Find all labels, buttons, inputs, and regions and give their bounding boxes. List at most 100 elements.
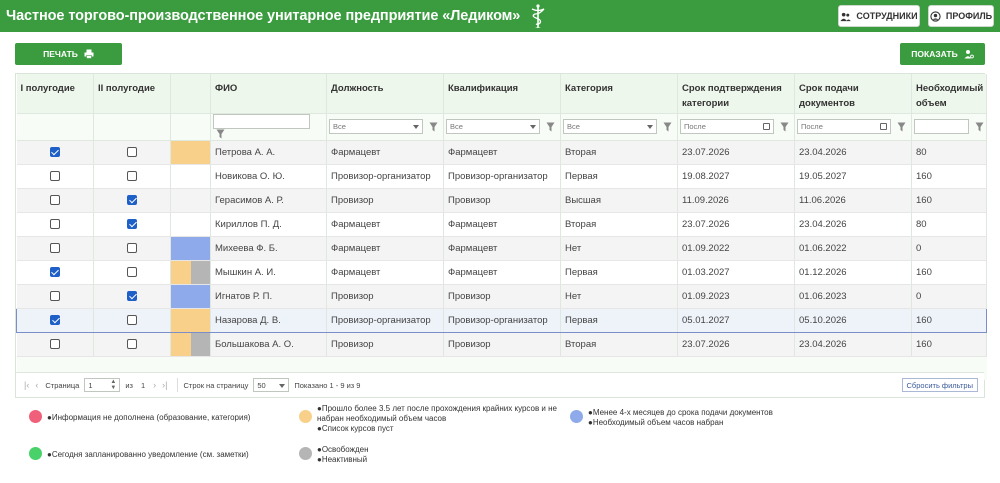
- filter-icon[interactable]: [780, 122, 789, 132]
- h1-checkbox[interactable]: [49, 242, 60, 253]
- h2-checkbox[interactable]: [127, 242, 137, 253]
- cell-category: Высшая: [560, 188, 678, 213]
- h1-cell: [16, 236, 94, 261]
- h2-checkbox[interactable]: [127, 218, 137, 229]
- show-button[interactable]: ПОКАЗАТЬ: [900, 43, 985, 65]
- cell-position: Провизор: [326, 188, 444, 213]
- h2-checkbox[interactable]: [127, 146, 137, 157]
- last-page-icon[interactable]: ›|: [162, 380, 167, 390]
- calendar-icon[interactable]: [763, 123, 770, 130]
- table-row[interactable]: Герасимов А. Р. Провизор Провизор Высшая 11.…: [16, 188, 987, 213]
- col-header-h1[interactable]: I полугодие: [16, 74, 94, 114]
- filter-cell-volume: [911, 113, 987, 141]
- cell-qualification: Фармацевт: [443, 236, 561, 261]
- h1-checkbox[interactable]: [49, 266, 60, 277]
- cell-qualification: Фармацевт: [443, 212, 561, 237]
- position-filter-select[interactable]: Все: [329, 119, 423, 134]
- table-row[interactable]: Мышкин А. И. Фармацевт Фармацевт Первая 01.0…: [16, 260, 987, 285]
- legend-yellow-dot: [299, 410, 312, 423]
- cell-category: Первая: [560, 307, 678, 333]
- rows-per-page-select[interactable]: 50: [253, 378, 290, 392]
- table-row[interactable]: Михеева Ф. Б. Фармацевт Фармацевт Нет 01.09.…: [16, 236, 987, 261]
- filter-cell-submit-date: После: [794, 113, 912, 141]
- category-filter-select[interactable]: Все: [563, 119, 657, 134]
- h2-cell: [93, 236, 171, 261]
- h2-checkbox[interactable]: [127, 194, 137, 205]
- name-filter-input[interactable]: [213, 113, 310, 129]
- h2-checkbox[interactable]: [127, 338, 137, 349]
- table-row[interactable]: Назарова Д. В. Провизор-организатор Провиз…: [16, 307, 987, 333]
- h1-checkbox[interactable]: [49, 290, 60, 301]
- status-marks-cell: [170, 188, 211, 213]
- rows-per-page-label: Строк на страницу: [183, 380, 249, 390]
- filter-icon[interactable]: [975, 122, 984, 132]
- legend-red-text: ●Информация не дополнена (образование, к…: [47, 413, 251, 422]
- status-marks-cell: [170, 307, 211, 333]
- page-number-input[interactable]: 1 ▲ ▼: [84, 378, 121, 392]
- reset-filters-button[interactable]: Сбросить фильтры: [901, 378, 978, 392]
- h2-checkbox[interactable]: [127, 170, 137, 181]
- first-page-icon[interactable]: |‹: [24, 380, 29, 390]
- cell-submit: 23.04.2026: [794, 332, 912, 357]
- cell-volume: 80: [911, 212, 987, 237]
- prev-page-icon[interactable]: ‹: [35, 380, 38, 390]
- col-header-position[interactable]: Должность: [326, 74, 444, 114]
- cell-position: Провизор: [326, 284, 444, 309]
- filter-icon[interactable]: [216, 129, 225, 139]
- table-row[interactable]: Петрова А. А. Фармацевт Фармацевт Вторая 23.…: [16, 140, 987, 165]
- next-page-icon[interactable]: ›: [153, 380, 156, 390]
- rows-per-page-value: 50: [257, 381, 266, 390]
- filter-icon[interactable]: [897, 122, 906, 132]
- qualification-filter-select[interactable]: Все: [446, 119, 540, 134]
- cell-name: Кириллов П. Д.: [210, 212, 327, 237]
- col-header-qualification[interactable]: Квалификация: [443, 74, 561, 114]
- h2-checkbox[interactable]: [127, 314, 137, 325]
- cell-category: Нет: [560, 284, 678, 309]
- col-header-name[interactable]: ФИО: [210, 74, 327, 114]
- h1-checkbox[interactable]: [49, 194, 60, 205]
- status-mark-yellow: [171, 309, 210, 331]
- filter-cell-empty: [170, 113, 211, 141]
- filter-icon[interactable]: [663, 122, 672, 132]
- employees-button[interactable]: СОТРУДНИКИ: [838, 5, 920, 27]
- cell-qualification: Провизор: [443, 284, 561, 309]
- col-header-volume[interactable]: Необходимый объем: [911, 74, 987, 114]
- col-header-confirm-date[interactable]: Срок подтверждения категории: [677, 74, 795, 114]
- category-filter-value: Все: [567, 122, 580, 131]
- profile-label: ПРОФИЛЬ: [945, 11, 993, 21]
- table-row[interactable]: Большакова А. О. Провизор Провизор Вторая 23…: [16, 332, 987, 357]
- h1-checkbox[interactable]: [49, 218, 60, 229]
- col-header-submit-date[interactable]: Срок подачи документов: [794, 74, 912, 114]
- h1-cell: [16, 307, 94, 333]
- profile-button[interactable]: ПРОФИЛЬ: [928, 5, 994, 27]
- submit-date-filter-input[interactable]: После: [797, 119, 891, 134]
- legend-gray-line-2: ●Неактивный: [317, 455, 368, 464]
- confirm-date-filter-input[interactable]: После: [680, 119, 774, 134]
- cell-volume: 160: [911, 164, 987, 189]
- filter-icon[interactable]: [546, 122, 555, 132]
- h1-checkbox[interactable]: [49, 146, 60, 157]
- h1-checkbox[interactable]: [49, 338, 60, 349]
- cell-qualification: Провизор-организатор: [443, 307, 561, 333]
- calendar-icon[interactable]: [880, 123, 887, 130]
- print-button[interactable]: ПЕЧАТЬ: [15, 43, 122, 65]
- volume-filter-input[interactable]: [914, 119, 969, 134]
- total-pages: 1: [140, 380, 146, 390]
- h2-checkbox[interactable]: [127, 290, 137, 301]
- cell-submit: 01.06.2022: [794, 236, 912, 261]
- col-header-h2[interactable]: II полугодие: [93, 74, 171, 114]
- legend-green-dot: [29, 447, 42, 460]
- chevron-down-icon: [279, 384, 286, 388]
- h1-checkbox[interactable]: [50, 314, 60, 325]
- col-header-marks: [170, 74, 211, 114]
- h1-checkbox[interactable]: [49, 170, 60, 181]
- table-row[interactable]: Кириллов П. Д. Фармацевт Фармацевт Вторая 23…: [16, 212, 987, 237]
- h2-checkbox[interactable]: [127, 266, 137, 277]
- col-header-category[interactable]: Категория: [560, 74, 678, 114]
- table-row[interactable]: Новикова О. Ю. Провизор-организатор Провиз…: [16, 164, 987, 189]
- table-row[interactable]: Игнатов Р. П. Провизор Провизор Нет 01.09.20…: [16, 284, 987, 309]
- cell-confirm: 01.09.2022: [677, 236, 795, 261]
- spinner-arrows-icon[interactable]: ▲ ▼: [110, 379, 116, 391]
- filter-icon[interactable]: [429, 122, 438, 132]
- cell-name: Новикова О. Ю.: [210, 164, 327, 189]
